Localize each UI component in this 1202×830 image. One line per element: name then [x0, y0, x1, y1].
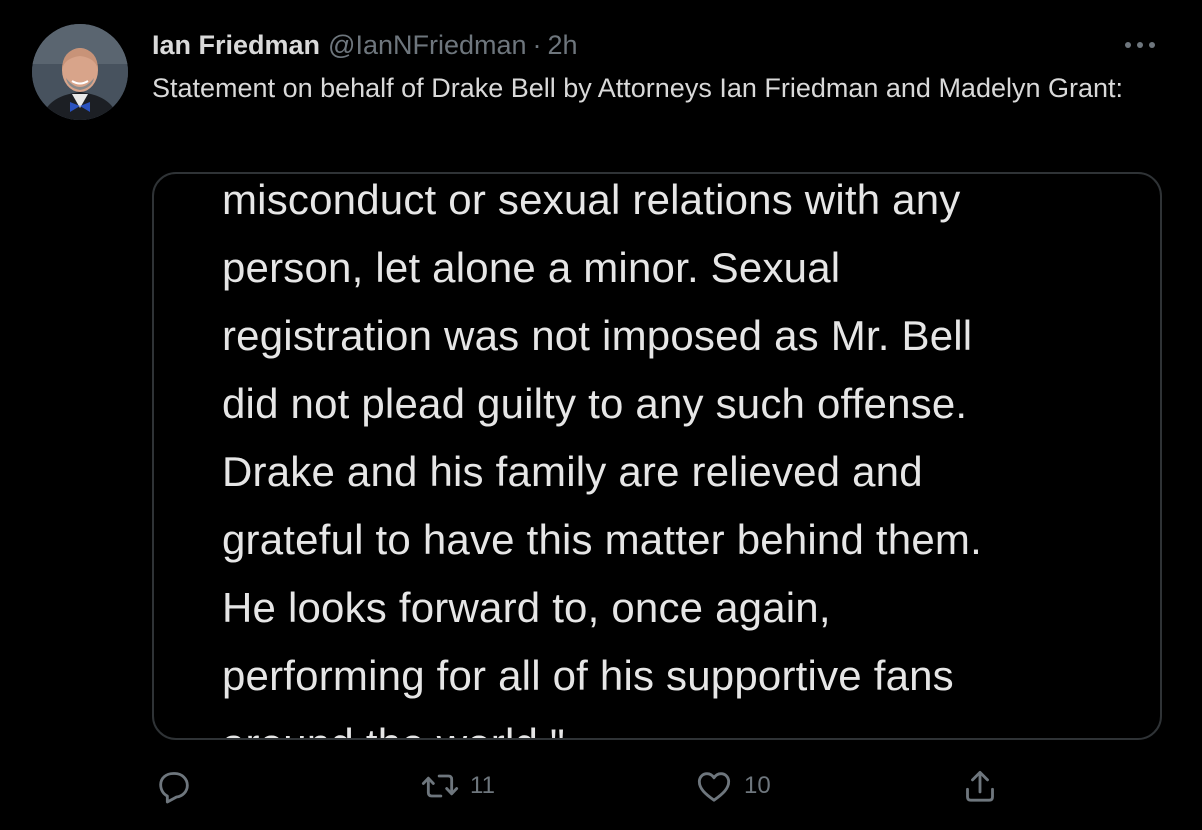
media-line: Drake and his family are relieved and [222, 448, 923, 495]
tweet-time[interactable]: 2h [548, 30, 578, 61]
media-line: performing for all of his supportive fan… [222, 652, 954, 699]
tweet-actions: 11 10 [152, 764, 1162, 808]
more-icon [1125, 42, 1155, 48]
reply-button[interactable] [154, 764, 194, 808]
media-line: grateful to have this matter behind them… [222, 516, 982, 563]
separator-dot: · [532, 29, 542, 60]
media-line: He looks forward to, once again, [222, 584, 831, 631]
media-line: around the world." [222, 710, 982, 738]
tweet-text: Statement on behalf of Drake Bell by Att… [152, 73, 1124, 103]
author-name[interactable]: Ian Friedman [152, 30, 320, 61]
more-options-button[interactable] [1120, 30, 1160, 60]
media-line: registration was not imposed as Mr. Bell [222, 312, 973, 359]
media-line: person, let alone a minor. Sexual [222, 244, 841, 291]
retweet-count: 11 [470, 772, 495, 799]
avatar[interactable] [32, 24, 128, 120]
like-button[interactable]: 10 [694, 764, 771, 808]
author-handle[interactable]: @IanNFriedman [328, 30, 526, 61]
reply-icon [159, 772, 189, 804]
heart-icon [697, 772, 731, 802]
retweet-icon [421, 774, 459, 798]
avatar-image [32, 24, 128, 120]
tweet-header: Ian Friedman @IanNFriedman · 2h [152, 28, 578, 62]
share-button[interactable] [960, 764, 1000, 808]
share-icon [966, 770, 994, 802]
retweet-button[interactable]: 11 [420, 764, 495, 808]
media-line: misconduct or sexual relations with any [222, 176, 961, 223]
like-count: 10 [744, 772, 771, 799]
media-line: did not plead guilty to any such offense… [222, 380, 968, 427]
tweet-media-image[interactable]: misconduct or sexual relations with any … [152, 172, 1162, 740]
media-text-block: misconduct or sexual relations with any … [222, 174, 982, 738]
